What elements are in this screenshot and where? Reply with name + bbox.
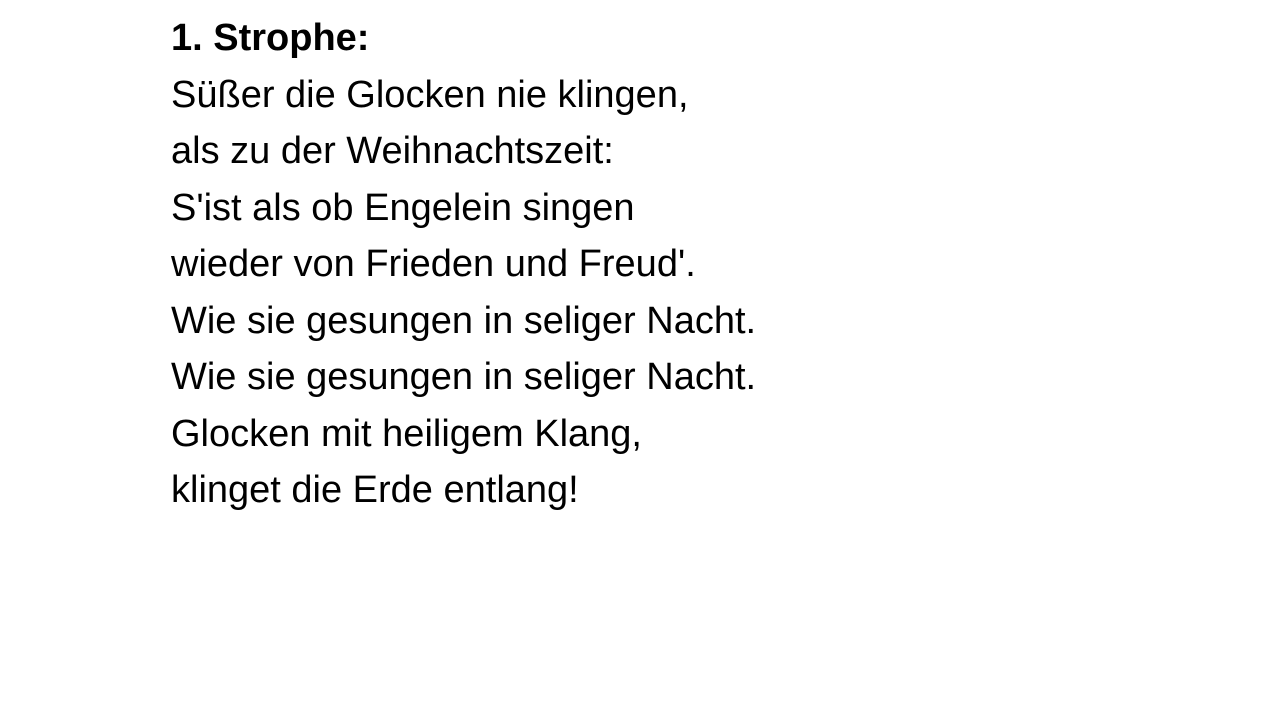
lyric-line-3: S'ist als ob Engelein singen [171,186,635,229]
lyric-line-7: Glocken mit heiligem Klang, [171,412,642,455]
lyric-line-8: klinget die Erde entlang! [171,469,579,511]
lyric-line-6: Wie sie gesungen in seliger Nacht. [171,356,757,398]
lyric-line-5: Wie sie gesungen in seliger Nacht. [171,299,757,342]
lyric-line-1: Süßer die Glocken nie klingen, [171,73,689,116]
verse-heading: 1. Strophe: [171,17,370,59]
lyric-line-2: als zu der Weihnachtszeit: [171,130,614,172]
lyrics-block: 1. Strophe: Süßer die Glocken nie klinge… [171,10,756,519]
lyric-line-4: wieder von Frieden und Freud'. [171,243,696,285]
slide: 1. Strophe: Süßer die Glocken nie klinge… [0,0,1280,720]
